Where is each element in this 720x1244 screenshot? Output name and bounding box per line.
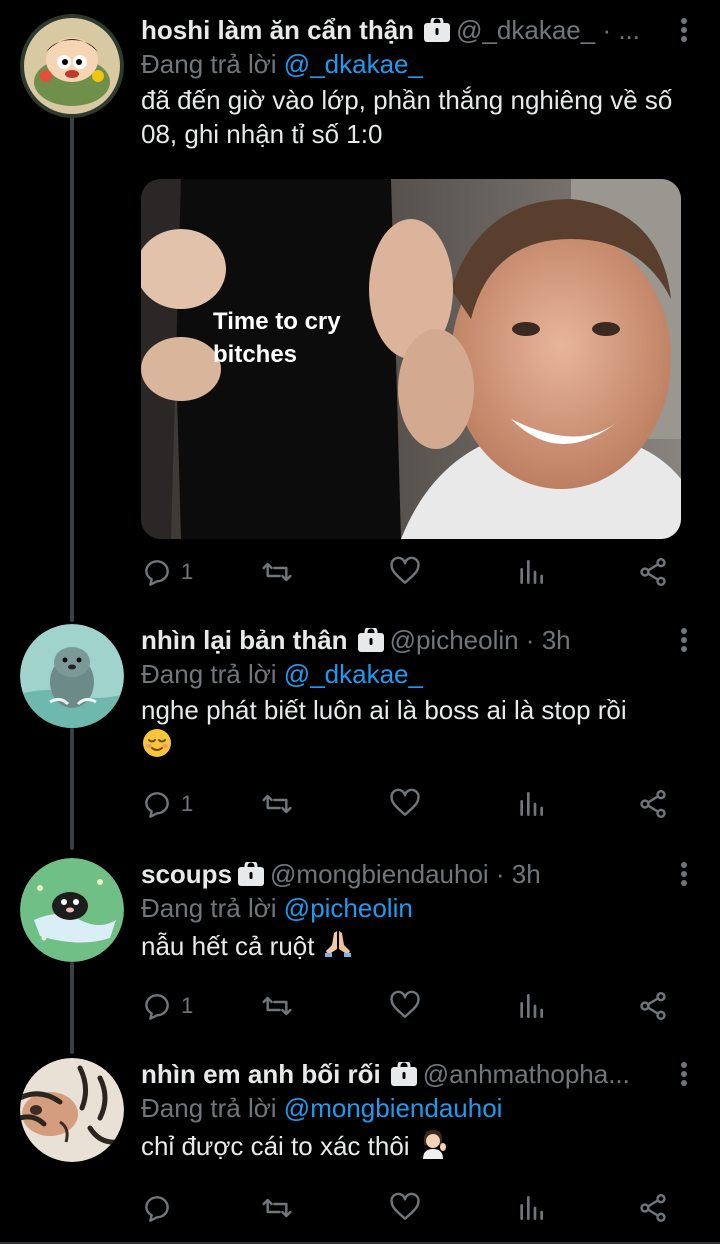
reply-count: 1 [181,993,194,1018]
share-button[interactable] [637,552,669,592]
share-icon [640,992,666,1020]
retweet-button[interactable] [261,1188,293,1228]
media-caption: Time to cry [213,308,341,335]
reply-button[interactable] [141,1188,181,1228]
views-button[interactable] [515,1188,547,1228]
like-button[interactable] [389,552,421,592]
tipping-hand-person-emoji [417,1127,449,1167]
retweet-icon [262,1198,292,1218]
tweet-actions: 1 [141,552,671,592]
tweet-actions: 1 [141,986,671,1026]
views-button[interactable] [515,784,547,824]
reply-button[interactable]: 1 [141,552,193,592]
heart-icon [390,990,420,1018]
media-image: Time to cry bitches [141,179,681,539]
retweet-icon [262,996,292,1016]
tweet-text: đã đến giờ vào lớp, phần thắng nghiêng v… [141,85,673,149]
lock-icon [424,15,451,46]
reply-icon [145,792,169,818]
tweet-text: chỉ được cái to xác thôi [141,1127,696,1167]
analytics-icon [520,994,543,1018]
avatar[interactable] [20,858,124,962]
share-button[interactable] [637,986,669,1026]
author-handle[interactable]: @picheolin · 3h [390,625,571,655]
tweet-actions [141,1188,671,1228]
reply-button[interactable]: 1 [141,986,193,1026]
like-button[interactable] [389,784,421,824]
share-button[interactable] [637,784,669,824]
reply-mention[interactable]: @_dkakae_ [284,49,423,79]
tweet-text: nẫu hết cả ruột [141,927,696,967]
reply-mention[interactable]: @_dkakae_ [284,659,423,689]
heart-icon [390,556,420,584]
reply-context: Đang trả lời @_dkakae_ [141,49,423,79]
heart-icon [390,788,420,816]
more-vertical-icon[interactable] [672,624,696,656]
views-button[interactable] [515,986,547,1026]
tweet[interactable]: nhìn lại bản thân @picheolin · 3h Đang tr… [0,624,720,834]
share-button[interactable] [637,1188,669,1228]
reply-count: 1 [181,559,194,584]
retweet-button[interactable] [261,552,293,592]
like-button[interactable] [389,1188,421,1228]
folded-hands-emoji [322,927,354,967]
avatar[interactable] [20,14,124,118]
lock-icon [390,1059,417,1090]
tweet[interactable]: nhìn em anh bối rối @anhmathopha... Đang … [0,1058,720,1234]
more-vertical-icon[interactable] [672,1058,696,1090]
author-name[interactable]: scoups [141,859,232,889]
relieved-face-emoji [141,727,173,767]
analytics-icon [520,1196,543,1220]
author-handle[interactable]: @mongbiendauhoi · 3h [270,859,541,889]
reply-context: Đang trả lời @picheolin [141,893,413,923]
lock-icon [238,859,265,890]
analytics-icon [520,792,543,816]
author-handle[interactable]: @_dkakae_ · ... [456,15,640,45]
author-name[interactable]: nhìn em anh bối rối [141,1059,381,1089]
retweet-button[interactable] [261,986,293,1026]
views-button[interactable] [515,552,547,592]
retweet-button[interactable] [261,784,293,824]
share-icon [640,558,666,586]
reply-icon [145,560,169,586]
avatar[interactable] [20,1058,124,1162]
retweet-icon [262,562,292,582]
like-button[interactable] [389,986,421,1026]
avatar[interactable] [20,624,124,728]
tweet[interactable]: hoshi làm ăn cẩn thận @_dkakae_ · ... Đan… [0,14,720,604]
author-name[interactable]: hoshi làm ăn cẩn thận [141,15,414,45]
reply-context: Đang trả lời @mongbiendauhoi [141,1093,503,1123]
more-vertical-icon[interactable] [672,858,696,890]
share-icon [640,790,666,818]
reply-count: 1 [181,791,194,816]
lock-icon [357,625,384,656]
reply-mention[interactable]: @mongbiendauhoi [284,1093,503,1123]
tweet-text: nghe phát biết luôn ai là boss ai là sto… [141,693,696,767]
tweet-actions: 1 [141,784,671,824]
retweet-icon [262,794,292,814]
analytics-icon [520,560,543,584]
tweet-media[interactable]: Time to cry bitches [141,179,681,539]
share-icon [640,1194,666,1222]
author-name[interactable]: nhìn lại bản thân [141,625,348,655]
heart-icon [390,1192,420,1220]
tweet[interactable]: scoups @mongbiendauhoi · 3h Đang trả lời … [0,858,720,1038]
author-handle[interactable]: @anhmathopha... [423,1059,630,1089]
media-caption: bitches [213,341,297,368]
more-vertical-icon[interactable] [672,14,696,46]
reply-icon [145,994,169,1020]
reply-context: Đang trả lời @_dkakae_ [141,659,423,689]
reply-button[interactable]: 1 [141,784,193,824]
reply-icon [145,1196,169,1222]
reply-mention[interactable]: @picheolin [284,893,413,923]
